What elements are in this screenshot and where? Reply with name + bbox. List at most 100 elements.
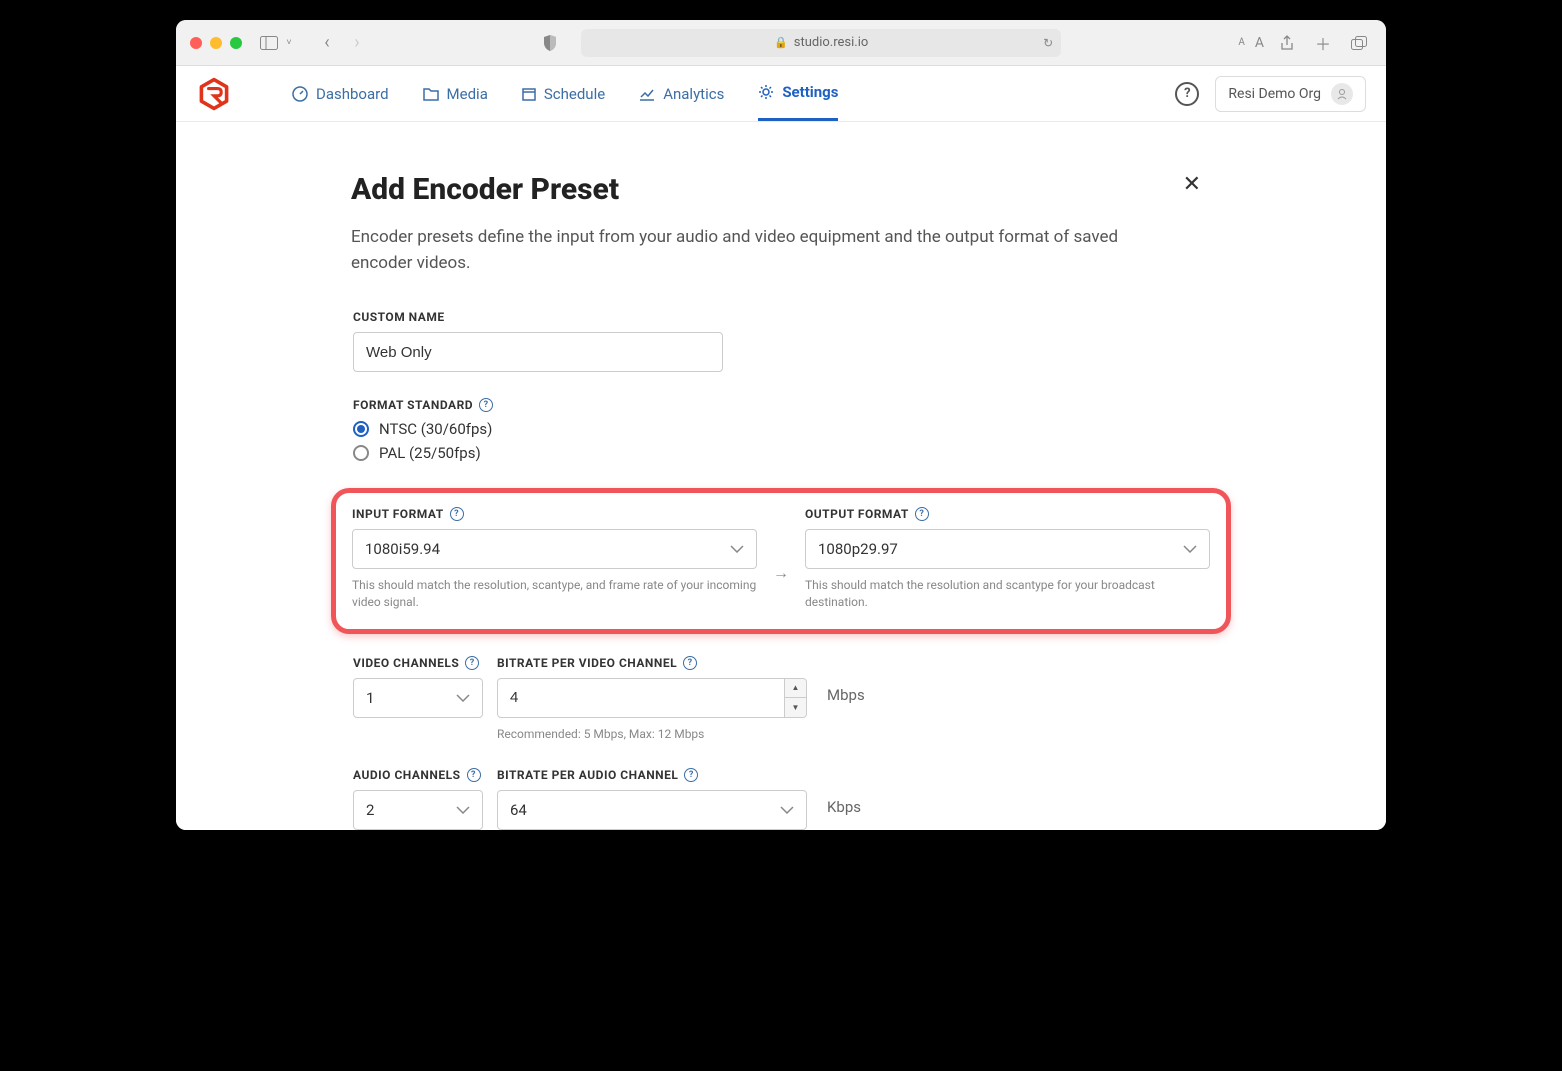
video-channels-value: 1 xyxy=(366,689,374,707)
nav-analytics[interactable]: Analytics xyxy=(639,66,724,121)
minimize-window-button[interactable] xyxy=(210,37,222,49)
share-icon[interactable] xyxy=(1274,30,1300,56)
bitrate-video-unit: Mbps xyxy=(821,656,865,704)
input-format-select[interactable]: 1080i59.94 xyxy=(352,529,757,569)
stepper-down-icon[interactable]: ▼ xyxy=(785,698,806,717)
bitrate-video-field: Bitrate per Video Channel ? ▲ ▼ Recommen… xyxy=(497,656,807,743)
input-format-label: Input Format xyxy=(352,507,444,521)
chevron-down-icon xyxy=(456,694,470,702)
gauge-icon xyxy=(292,86,308,102)
chevron-down-icon xyxy=(456,806,470,814)
bitrate-video-stepper[interactable]: ▲ ▼ xyxy=(784,679,806,717)
input-format-value: 1080i59.94 xyxy=(365,540,440,558)
arrow-right-icon: → xyxy=(773,535,789,583)
radio-pal[interactable]: PAL (25/50fps) xyxy=(353,444,1209,462)
radio-ntsc-label: NTSC (30/60fps) xyxy=(379,420,492,438)
nav-schedule-label: Schedule xyxy=(544,85,605,103)
nav-schedule[interactable]: Schedule xyxy=(522,66,605,121)
help-icon[interactable]: ? xyxy=(915,507,929,521)
user-avatar-icon xyxy=(1331,83,1353,105)
chevron-down-icon xyxy=(780,806,794,814)
address-bar[interactable]: 🔒 studio.resi.io ↻ xyxy=(581,29,1061,57)
help-button[interactable]: ? xyxy=(1175,82,1199,106)
help-icon[interactable]: ? xyxy=(465,656,479,670)
font-size-large[interactable]: A xyxy=(1255,35,1264,51)
audio-row: Audio Channels ? 2 Bitrate per Audio Cha… xyxy=(351,768,1211,830)
video-channels-field: Video Channels ? 1 xyxy=(353,656,483,718)
radio-ntsc[interactable]: NTSC (30/60fps) xyxy=(353,420,1209,438)
custom-name-field: Custom Name xyxy=(351,310,1211,372)
lock-icon: 🔒 xyxy=(774,36,788,49)
new-tab-icon[interactable]: ＋ xyxy=(1310,30,1336,56)
nav-dashboard-label: Dashboard xyxy=(316,85,389,103)
custom-name-input[interactable] xyxy=(353,332,723,372)
app-container: Dashboard Media Schedule Analytics Setti… xyxy=(176,66,1386,830)
output-format-value: 1080p29.97 xyxy=(818,540,898,558)
nav-media-label: Media xyxy=(447,85,488,103)
input-format-hint: This should match the resolution, scanty… xyxy=(352,577,757,611)
page-description: Encoder presets define the input from yo… xyxy=(351,225,1171,276)
help-icon[interactable]: ? xyxy=(683,656,697,670)
gear-icon xyxy=(758,84,774,100)
browser-window: ˅ ‹ › 🔒 studio.resi.io ↻ A A ＋ xyxy=(176,20,1386,830)
video-channels-label: Video Channels xyxy=(353,656,459,670)
nav-analytics-label: Analytics xyxy=(663,85,724,103)
bitrate-audio-select[interactable]: 64 xyxy=(497,790,807,830)
nav-settings-label: Settings xyxy=(782,83,838,101)
main-nav: Dashboard Media Schedule Analytics Setti… xyxy=(292,66,838,121)
help-icon[interactable]: ? xyxy=(450,507,464,521)
chevron-down-icon xyxy=(730,545,744,553)
custom-name-label: Custom Name xyxy=(353,310,1209,324)
radio-icon xyxy=(353,421,369,437)
output-format-hint: This should match the resolution and sca… xyxy=(805,577,1210,611)
input-format-field: Input Format ? 1080i59.94 This should ma… xyxy=(352,507,757,611)
tabs-overview-icon[interactable] xyxy=(1346,30,1372,56)
bitrate-audio-unit: Kbps xyxy=(821,768,861,816)
nav-dashboard[interactable]: Dashboard xyxy=(292,66,389,121)
sidebar-menu-chevron[interactable]: ˅ xyxy=(282,30,296,56)
maximize-window-button[interactable] xyxy=(230,37,242,49)
close-window-button[interactable] xyxy=(190,37,202,49)
bitrate-video-label: Bitrate per Video Channel xyxy=(497,656,677,670)
close-button[interactable]: ✕ xyxy=(1183,172,1211,197)
radio-icon xyxy=(353,445,369,461)
audio-channels-field: Audio Channels ? 2 xyxy=(353,768,483,830)
format-standard-label: Format Standard xyxy=(353,398,473,412)
output-format-select[interactable]: 1080p29.97 xyxy=(805,529,1210,569)
resi-logo[interactable] xyxy=(196,76,232,112)
refresh-icon[interactable]: ↻ xyxy=(1043,36,1053,50)
back-button[interactable]: ‹ xyxy=(314,30,340,56)
forward-button[interactable]: › xyxy=(344,30,370,56)
video-channels-select[interactable]: 1 xyxy=(353,678,483,718)
traffic-lights xyxy=(190,37,242,49)
help-icon[interactable]: ? xyxy=(684,768,698,782)
help-icon[interactable]: ? xyxy=(479,398,493,412)
org-switcher[interactable]: Resi Demo Org xyxy=(1215,76,1366,112)
radio-pal-label: PAL (25/50fps) xyxy=(379,444,481,462)
audio-channels-label: Audio Channels xyxy=(353,768,461,782)
format-highlight-box: Input Format ? 1080i59.94 This should ma… xyxy=(331,488,1231,634)
bitrate-video-input[interactable] xyxy=(497,678,807,718)
audio-channels-value: 2 xyxy=(366,801,374,819)
browser-toolbar: ˅ ‹ › 🔒 studio.resi.io ↻ A A ＋ xyxy=(176,20,1386,66)
bitrate-video-hint: Recommended: 5 Mbps, Max: 12 Mbps xyxy=(497,726,807,743)
help-icon[interactable]: ? xyxy=(467,768,481,782)
bitrate-audio-field: Bitrate per Audio Channel ? 64 xyxy=(497,768,807,830)
stepper-up-icon[interactable]: ▲ xyxy=(785,679,806,699)
nav-media[interactable]: Media xyxy=(423,66,488,121)
chevron-down-icon xyxy=(1183,545,1197,553)
page-content: Add Encoder Preset ✕ Encoder presets def… xyxy=(176,122,1386,830)
audio-channels-select[interactable]: 2 xyxy=(353,790,483,830)
sidebar-toggle-button[interactable] xyxy=(256,30,282,56)
url-text: studio.resi.io xyxy=(794,35,869,50)
page-title: Add Encoder Preset xyxy=(351,172,619,207)
output-format-field: Output Format ? 1080p29.97 This should m… xyxy=(805,507,1210,611)
bitrate-audio-label: Bitrate per Audio Channel xyxy=(497,768,678,782)
font-size-small[interactable]: A xyxy=(1238,37,1245,48)
format-standard-field: Format Standard ? NTSC (30/60fps) PAL (2… xyxy=(351,398,1211,462)
chart-icon xyxy=(639,87,655,101)
calendar-icon xyxy=(522,87,536,101)
video-row: Video Channels ? 1 Bitrate per Video Cha… xyxy=(351,656,1211,743)
privacy-shield-icon[interactable] xyxy=(537,30,563,56)
nav-settings[interactable]: Settings xyxy=(758,66,838,121)
